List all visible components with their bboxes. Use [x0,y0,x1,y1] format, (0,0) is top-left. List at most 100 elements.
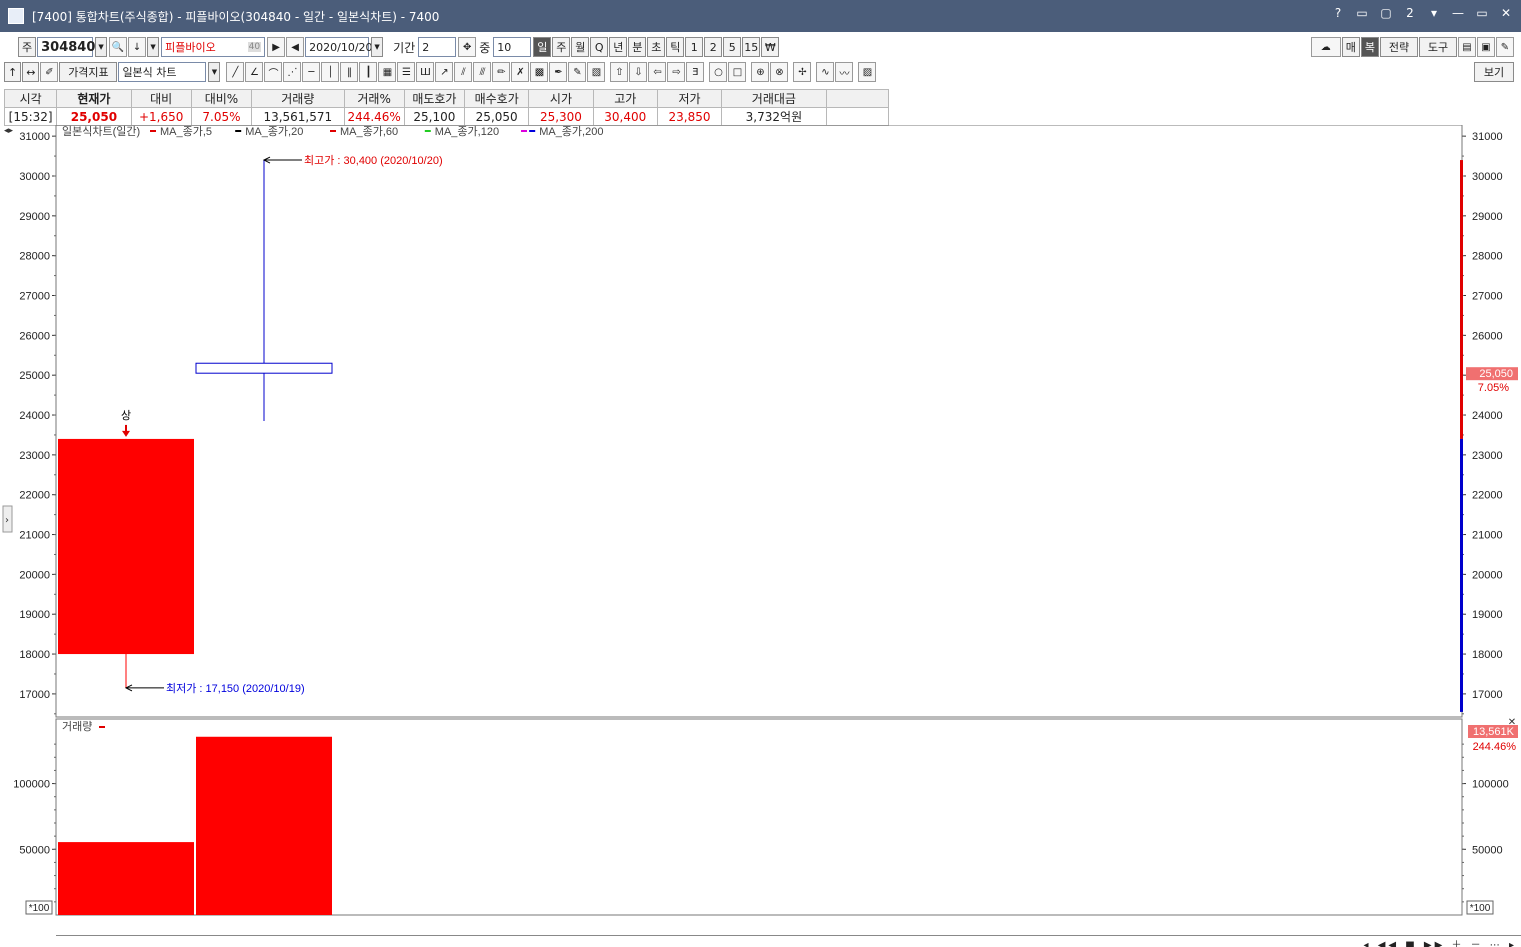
stock-code-input[interactable]: 304840 [37,37,95,57]
ray-line-icon[interactable]: ↗ [435,62,454,82]
timeframe-button-4[interactable]: 년 [609,37,628,57]
date-dropdown-icon[interactable]: ▼ [371,37,384,57]
circle-icon[interactable]: ○ [709,62,728,82]
wave-icon[interactable]: ∿ [816,62,835,82]
timeframe-button-7[interactable]: 틱 [666,37,685,57]
minimize-icon[interactable]: — [1449,6,1467,20]
close-icon[interactable]: ✕ [1497,6,1515,20]
prev-stock-icon[interactable]: ◀ [286,37,305,57]
trend-line-icon[interactable]: ╱ [226,62,245,82]
high-annotation: 최고가 : 30,400 (2020/10/20) [304,154,443,167]
cycle-lines-icon[interactable]: ‖ [340,62,359,82]
eraser-icon[interactable]: ✗ [511,62,530,82]
help-icon[interactable]: ? [1329,6,1347,20]
count-input[interactable]: 10 [493,37,532,57]
edit-icon[interactable]: ✐ [40,62,59,82]
gann-icon[interactable]: Ш [416,62,435,82]
scroll-controls[interactable]: ◂ ◀◀ ■ ▶▶ ＋ － ⋯ ▸ [1364,936,1518,947]
brush-icon[interactable]: ✒ [549,62,568,82]
timeframe-button-12[interactable]: ₩ [761,37,780,57]
grid-icon[interactable]: ▦ [378,62,397,82]
timeframe-button-11[interactable]: 15 [742,37,761,57]
scroll-bar[interactable]: ◂ ◀◀ ■ ▶▶ ＋ － ⋯ ▸ [56,935,1521,947]
price-tick-label-left: 20000 [19,569,50,581]
quote-table: 시각 현재가 대비 대비% 거래량 거래% 매도호가 매수호가 시가 고가 저가 거래대금 [15:3… [3,89,890,126]
settings-wrench-icon[interactable]: ✎ [1496,37,1514,57]
vertical-line-icon[interactable]: │ [321,62,340,82]
sort-icon[interactable]: ↓ [128,37,147,57]
price-tick-label-left: 17000 [19,689,50,701]
date-input[interactable]: 2020/10/20 [305,37,373,57]
chart-type-dropdown-icon[interactable]: ▼ [208,62,221,82]
zigzag-icon[interactable]: 〰 [835,62,854,82]
timeframe-button-5[interactable]: 분 [628,37,647,57]
timeframe-button-2[interactable]: 월 [571,37,590,57]
next-stock-icon[interactable]: ▶ [267,37,286,57]
arrow-up-icon[interactable]: ⇧ [610,62,629,82]
horizontal-line-icon[interactable]: ─ [302,62,321,82]
palette-icon[interactable]: ▩ [530,62,549,82]
code-dropdown-icon[interactable]: ▼ [95,37,108,57]
angle-line-icon[interactable]: ∠ [245,62,264,82]
save-icon[interactable]: ▣ [1477,37,1495,57]
maximize-icon[interactable]: ▭ [1473,6,1491,20]
toolbar-right: ☁ 매 복 전략 도구 ▤ ▣ ✎ [1310,37,1515,57]
zoom-reset-icon[interactable]: ⊗ [770,62,789,82]
crosshair-icon[interactable]: ✢ [793,62,812,82]
timeframe-button-0[interactable]: 일 [533,37,552,57]
chart-image-icon[interactable]: ▧ [587,62,606,82]
arrow-left-icon[interactable]: ⇦ [648,62,667,82]
quote-value-row: [15:32] 25,050 +1,650 7.05% 13,561,571 244.46… [3,107,890,126]
quote-value-empty [825,107,890,126]
cloud-icon[interactable]: ☁ [1310,37,1341,57]
period-adjust-icon[interactable]: ✥ [458,37,477,57]
timeframe-button-3[interactable]: Q [590,37,609,57]
copy-button[interactable]: 복 [1360,37,1379,57]
strategy-button[interactable]: 전략 [1380,37,1418,57]
timeframe-button-8[interactable]: 1 [685,37,704,57]
note-icon[interactable]: ✎ [568,62,587,82]
screen-number[interactable]: 2 [1401,6,1419,20]
chart-svg[interactable]: 17000 17000 18000 18000 19000 19000 20000 20000… [0,124,1521,940]
menu-dropdown-icon[interactable]: ▾ [1425,6,1443,20]
title-bar: [7400] 통합차트(주식종합) - 피플바이오(304840 - 일간 - … [0,0,1521,32]
timeframe-button-9[interactable]: 2 [704,37,723,57]
fibo-retrace-icon[interactable]: ☰ [397,62,416,82]
ma-legend-label: MA_종가,120 [435,125,499,138]
fibo-time-icon[interactable]: ┃ [359,62,378,82]
arrow-right-icon[interactable]: ⇨ [667,62,686,82]
zoom-icon[interactable]: ⊕ [751,62,770,82]
price-tick-label-right: 22000 [1472,490,1503,502]
open-folder-icon[interactable]: ▤ [1458,37,1476,57]
pen-icon[interactable]: ✏ [492,62,511,82]
text-icon[interactable]: Ǝ [686,62,705,82]
market-button[interactable]: 주 [18,37,37,57]
arc-icon[interactable]: ⌒ [264,62,283,82]
expand-arrow-button[interactable]: ↔ [22,62,40,82]
chart-type-select[interactable]: 일본식 차트 [118,62,207,82]
up-arrow-button[interactable]: ↑ [4,62,22,82]
indicator-button[interactable]: 가격지표 [59,62,118,82]
price-tick-label-right: 26000 [1472,330,1503,342]
app-window: [7400] 통합차트(주식종합) - 피플바이오(304840 - 일간 - … [0,0,1521,947]
chart-area[interactable]: 17000 17000 18000 18000 19000 19000 20000 20000… [0,124,1521,940]
tools-button[interactable]: 도구 [1419,37,1457,57]
maximize-small-icon[interactable]: ▢ [1377,6,1395,20]
view-button[interactable]: 보기 [1474,62,1514,82]
search-icon[interactable]: 🔍 [109,37,128,57]
fan-icon[interactable]: ⋰ [283,62,302,82]
screenshot-icon[interactable]: ▨ [858,62,877,82]
restore-icon[interactable]: ▭ [1353,6,1371,20]
timeframe-button-6[interactable]: 초 [647,37,666,57]
quote-header-2: 대비 [130,89,192,108]
rectangle-icon[interactable]: □ [728,62,747,82]
timeframe-button-1[interactable]: 주 [552,37,571,57]
parallel-icon[interactable]: ⫻ [473,62,492,82]
arrow-down-icon[interactable]: ⇩ [629,62,648,82]
channel-icon[interactable]: ⫽ [454,62,473,82]
timeframe-button-10[interactable]: 5 [723,37,742,57]
sort-dropdown-icon[interactable]: ▼ [147,37,160,57]
period-input[interactable]: 2 [418,37,457,57]
stock-name-input[interactable]: 피플바이오 40 [161,37,266,57]
order-button[interactable]: 매 [1341,37,1360,57]
